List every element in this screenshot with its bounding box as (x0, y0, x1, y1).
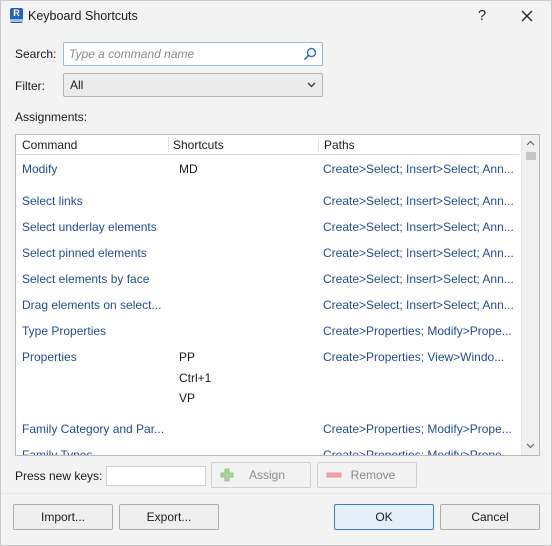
help-button[interactable]: ? (469, 4, 495, 28)
assignments-table[interactable]: Command Shortcuts Paths Modify MD Create>S… (15, 134, 540, 456)
table-header: Command Shortcuts Paths (16, 135, 519, 155)
paths-cell[interactable]: Create>Select; Insert>Select; Ann... (323, 272, 514, 286)
shortcut-key: Ctrl+1 (179, 370, 212, 385)
minus-icon (326, 472, 342, 478)
plus-icon (220, 468, 234, 482)
shortcut-key: PP (179, 350, 196, 364)
ok-button[interactable]: OK (334, 504, 434, 530)
close-button[interactable] (512, 4, 542, 28)
table-row[interactable]: Modify MD Create>Select; Insert>Select; An… (16, 162, 519, 194)
table-row[interactable]: Select links Create>Select; Insert>Select… (16, 194, 519, 220)
command-cell[interactable]: Select elements by face (22, 272, 149, 286)
shortcut-key: VP (179, 391, 196, 405)
scroll-up-icon[interactable] (526, 140, 535, 146)
search-label: Search: (15, 47, 57, 61)
column-header-command[interactable]: Command (22, 138, 77, 152)
title-bar: R Keyboard Shortcuts ? (1, 1, 551, 31)
filter-dropdown[interactable]: All (63, 73, 323, 97)
import-button[interactable]: Import... (13, 504, 113, 530)
command-cell[interactable]: Type Properties (22, 324, 106, 338)
paths-cell[interactable]: Create>Select; Insert>Select; Ann... (323, 220, 514, 234)
table-row[interactable]: Properties PP Ctrl+1 VP Create>Properties; V… (16, 350, 519, 422)
command-cell[interactable]: Select pinned elements (22, 246, 147, 260)
table-row[interactable]: Select elements by face Create>Select; In… (16, 272, 519, 298)
remove-label: Remove (350, 468, 396, 482)
column-divider[interactable] (318, 137, 319, 152)
paths-cell[interactable]: Create>Select; Insert>Select; Ann... (323, 162, 514, 176)
assignments-label: Assignments: (15, 110, 88, 124)
paths-cell[interactable]: Create>Select; Insert>Select; Ann... (323, 246, 514, 260)
scroll-down-icon[interactable] (526, 443, 535, 449)
column-header-paths[interactable]: Paths (324, 138, 355, 152)
table-row[interactable]: Drag elements on select... Create>Select;… (16, 298, 519, 324)
dialog-title: Keyboard Shortcuts (28, 9, 138, 23)
paths-cell[interactable]: Create>Properties; Modify>Prope... (323, 448, 512, 456)
vertical-scrollbar[interactable] (521, 135, 539, 455)
command-cell[interactable]: Modify (22, 162, 57, 176)
paths-cell[interactable]: Create>Select; Insert>Select; Ann... (323, 298, 514, 312)
filter-selected-value: All (70, 78, 84, 92)
keyboard-shortcuts-dialog: R Keyboard Shortcuts ? Search: Filter: A… (0, 0, 552, 546)
column-divider[interactable] (168, 137, 169, 152)
scrollbar-thumb[interactable] (526, 152, 536, 160)
shortcuts-cell[interactable]: MD (179, 159, 198, 180)
command-cell[interactable]: Family Category and Par... (22, 422, 164, 436)
search-icon[interactable] (303, 47, 317, 61)
press-new-keys-input[interactable] (106, 466, 206, 486)
command-cell[interactable]: Select links (22, 194, 83, 208)
chevron-down-icon (307, 82, 316, 88)
search-field[interactable] (63, 42, 323, 66)
filter-label: Filter: (15, 79, 45, 93)
remove-button[interactable]: Remove (317, 462, 417, 488)
paths-cell[interactable]: Create>Properties; Modify>Prope... (323, 324, 512, 338)
command-cell[interactable]: Drag elements on select... (22, 298, 161, 312)
assign-label: Assign (248, 468, 286, 482)
cancel-button[interactable]: Cancel (440, 504, 540, 530)
shortcuts-cell[interactable]: PP Ctrl+1 VP (179, 347, 211, 409)
paths-cell[interactable]: Create>Properties; Modify>Prope... (323, 422, 512, 436)
command-cell[interactable]: Properties (22, 350, 77, 364)
close-icon (521, 10, 533, 22)
table-row[interactable]: Select pinned elements Create>Select; Ins… (16, 246, 519, 272)
table-row[interactable]: Type Properties Create>Properties; Modify… (16, 324, 519, 350)
export-button[interactable]: Export... (119, 504, 219, 530)
paths-cell[interactable]: Create>Select; Insert>Select; Ann... (323, 194, 514, 208)
divider (1, 493, 551, 494)
paths-cell[interactable]: Create>Properties; View>Windo... (323, 350, 504, 364)
assign-button[interactable]: Assign (211, 462, 311, 488)
command-cell[interactable]: Select underlay elements (22, 220, 157, 234)
command-cell[interactable]: Family Types (22, 448, 92, 456)
table-row[interactable]: Family Category and Par... Create>Propert… (16, 422, 519, 448)
revit-app-icon: R (10, 8, 23, 23)
shortcut-key: MD (179, 162, 198, 176)
table-row[interactable]: Family Types Create>Properties; Modify>Pr… (16, 448, 519, 456)
table-row[interactable]: Select underlay elements Create>Select; I… (16, 220, 519, 246)
column-header-shortcuts[interactable]: Shortcuts (173, 138, 224, 152)
press-new-keys-label: Press new keys: (15, 469, 103, 483)
search-input[interactable] (67, 45, 297, 63)
